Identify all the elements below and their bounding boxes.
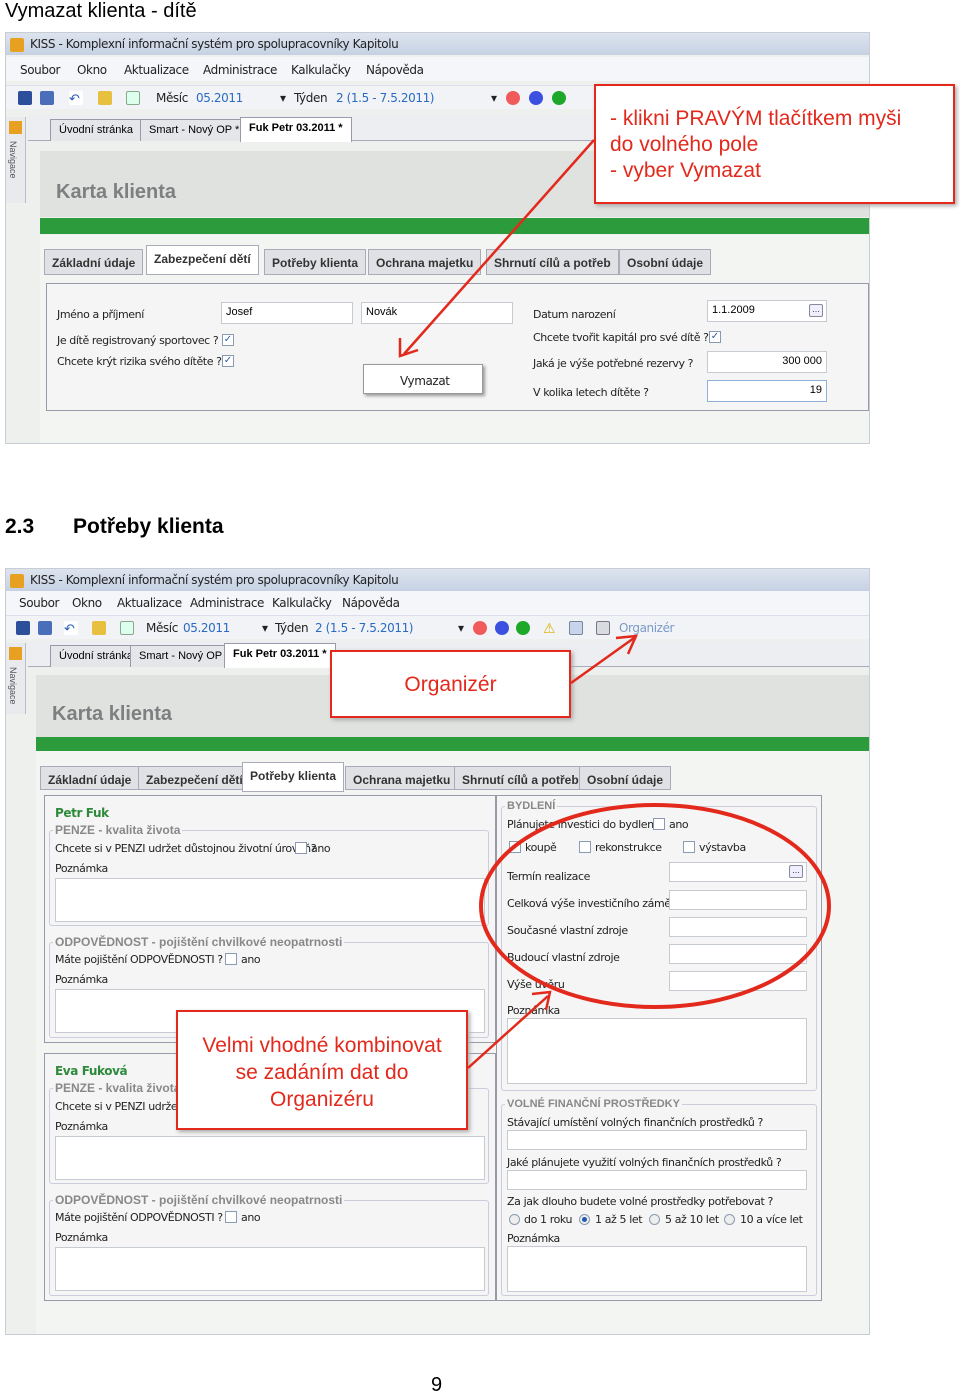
page-number: 9 [430,1374,443,1396]
arrow-line [570,636,635,685]
arrow-line [467,995,549,1069]
annotation-overlay [398,139,831,1069]
arrow-line [403,139,595,355]
highlight-ellipse [479,803,831,1009]
